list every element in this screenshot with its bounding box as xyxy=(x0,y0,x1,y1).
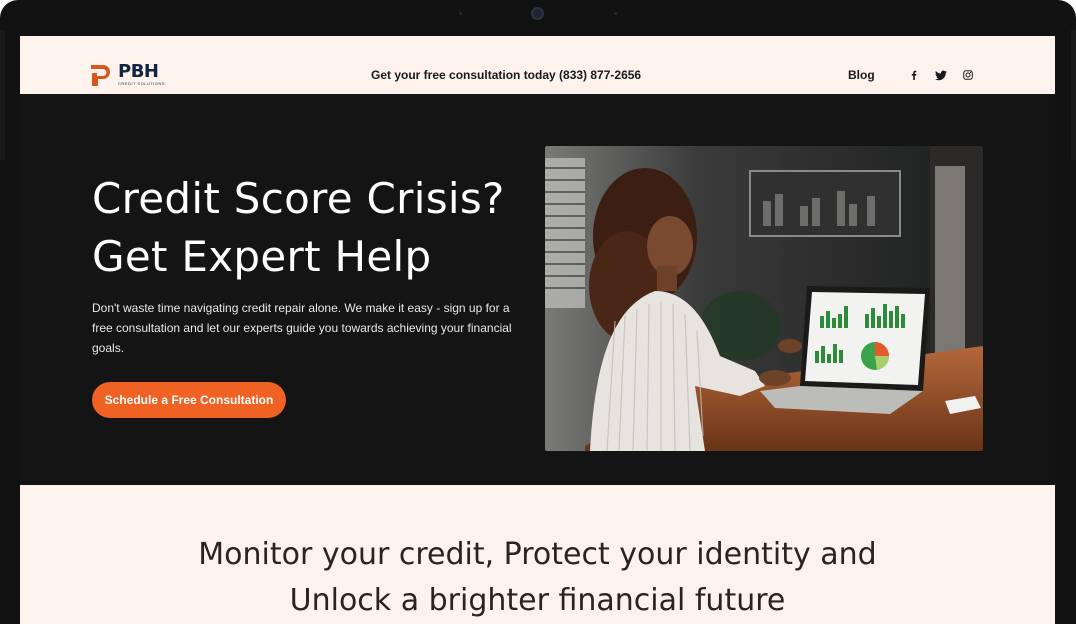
nav-blog-link[interactable]: Blog xyxy=(848,68,875,82)
section-heading: Monitor your credit, Protect your identi… xyxy=(20,532,1055,624)
frame-edge-left xyxy=(0,30,5,160)
section-heading-line: Monitor your credit, Protect your identi… xyxy=(198,537,877,572)
hero-title-line: Credit Score Crisis? xyxy=(92,174,505,223)
webcam-icon xyxy=(531,7,544,20)
frame-edge-right xyxy=(1071,30,1076,160)
instagram-icon[interactable] xyxy=(962,69,974,81)
sensor-dot xyxy=(614,12,617,15)
laptop-frame: PBH CREDIT SOLUTIONS Get your free consu… xyxy=(0,0,1076,624)
pbh-logo-icon xyxy=(90,63,114,87)
twitter-icon[interactable] xyxy=(935,69,947,81)
schedule-consultation-button[interactable]: Schedule a Free Consultation xyxy=(92,382,286,418)
hero-title: Credit Score Crisis? Get Expert Help xyxy=(92,170,532,286)
brand-logo[interactable]: PBH CREDIT SOLUTIONS xyxy=(90,63,165,87)
facebook-icon[interactable] xyxy=(908,69,920,81)
browser-screen: PBH CREDIT SOLUTIONS Get your free consu… xyxy=(20,36,1055,624)
hero-description: Don't waste time navigating credit repai… xyxy=(92,301,512,355)
consultation-phone-text: Get your free consultation today (833) 8… xyxy=(371,68,642,82)
sensor-dot xyxy=(459,12,462,15)
hero-section: Credit Score Crisis? Get Expert Help Don… xyxy=(20,94,1055,485)
brand-name: PBH xyxy=(118,61,159,82)
hero-image xyxy=(545,146,983,451)
site-header: PBH CREDIT SOLUTIONS Get your free consu… xyxy=(20,36,1055,94)
section-heading-line: Unlock a brighter financial future xyxy=(289,583,786,618)
brand-tagline: CREDIT SOLUTIONS xyxy=(118,81,166,86)
hero-title-line: Get Expert Help xyxy=(92,232,432,281)
